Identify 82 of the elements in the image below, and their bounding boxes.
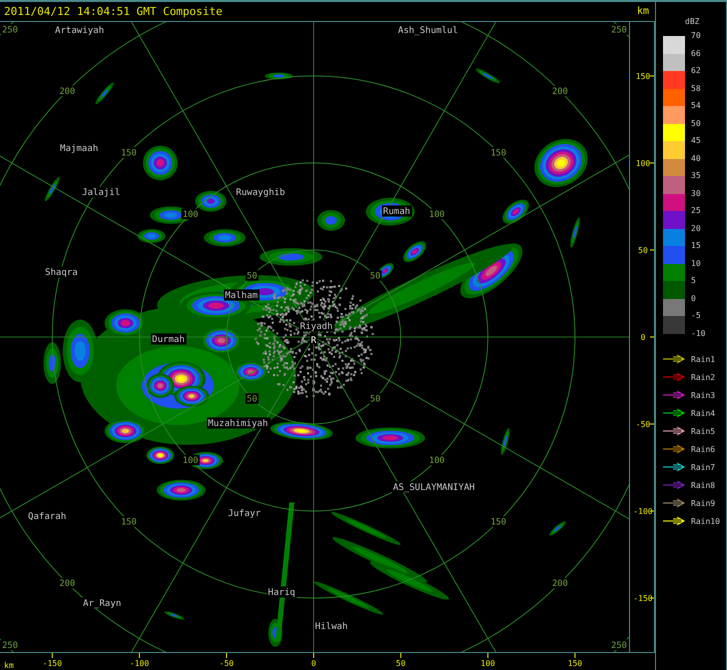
- rain-echo: [264, 72, 293, 80]
- axis-tick-label: -100: [130, 659, 150, 668]
- axis-tick-label: -50: [636, 420, 650, 430]
- legend-value: 35: [691, 172, 702, 182]
- range-label: 150: [120, 516, 138, 528]
- legend-value: 58: [691, 84, 702, 94]
- legend-value: -10: [691, 330, 706, 340]
- legend-value: 66: [691, 50, 702, 60]
- legend-value: 45: [691, 137, 702, 147]
- rain-echo: [164, 611, 184, 620]
- range-label: 100: [428, 454, 446, 466]
- rain-echo: [95, 82, 114, 104]
- axis-tick-label: -50: [219, 659, 234, 668]
- track-label: Rain6: [691, 444, 716, 454]
- legend-value: 10: [691, 260, 702, 270]
- track-label: Rain4: [691, 408, 716, 418]
- track-label: Rain2: [691, 372, 716, 382]
- rain-echo: [317, 210, 345, 231]
- rain-echo: [138, 229, 166, 244]
- legend-value: 50: [691, 120, 702, 130]
- rain-echo: [142, 146, 178, 180]
- legend-value: 70: [691, 32, 702, 42]
- range-label: 250: [0, 24, 20, 36]
- axis-tick-label: 100: [636, 158, 650, 168]
- track-label: Rain7: [691, 462, 716, 472]
- rain-echo: [204, 229, 246, 246]
- legend-value: 20: [691, 224, 702, 234]
- rain-echo: [44, 342, 61, 384]
- radar-title: 2011/04/12 14:04:51 GMT Composite: [4, 5, 223, 18]
- legend-title: dBZ: [685, 17, 700, 26]
- legend-value: -5: [691, 312, 702, 322]
- axis-tick-label: 50: [638, 246, 648, 255]
- legend-value: 5: [691, 277, 697, 287]
- legend-value: 40: [691, 154, 702, 164]
- legend-value: 54: [691, 102, 702, 112]
- axis-tick-label: -150: [42, 659, 62, 668]
- legend-value: 0: [691, 294, 697, 304]
- track-label: Rain10: [691, 516, 720, 526]
- rain-echo: [314, 582, 384, 614]
- axis-tick-label: 50: [396, 659, 406, 668]
- rain-echo: [195, 190, 226, 212]
- rain-echo: [44, 176, 60, 202]
- axis-tick-label: 150: [568, 659, 582, 668]
- track-label: Rain8: [691, 480, 716, 490]
- axis-tick-label: 150: [636, 72, 650, 81]
- legend-value: 30: [691, 190, 702, 200]
- track-label: Rain9: [691, 498, 716, 508]
- rain-echo: [146, 446, 174, 464]
- range-label: 200: [550, 86, 570, 97]
- axis-tick-label: -150: [633, 594, 653, 604]
- legend-value: 25: [691, 207, 702, 217]
- axis-unit-label: km: [636, 6, 649, 17]
- rain-echo: [534, 138, 588, 187]
- rain-echo: [156, 480, 206, 501]
- range-label: 100: [181, 208, 200, 220]
- rain-echo: [260, 248, 322, 266]
- track-label: Rain5: [691, 426, 716, 436]
- legend-value: 62: [691, 67, 702, 77]
- range-label: 50: [246, 393, 258, 405]
- range-label: 50: [246, 270, 258, 282]
- range-label: 100: [428, 208, 446, 220]
- axis-tick-label: 0: [311, 659, 316, 668]
- axis-tick-label: -100: [633, 507, 653, 516]
- rain-echo: [570, 217, 580, 248]
- axis-tick-label: 100: [480, 659, 496, 668]
- rain-echo: [476, 68, 500, 84]
- range-label: 200: [58, 578, 76, 590]
- rain-echo: [502, 200, 529, 224]
- axis-tick-label: 0: [640, 333, 646, 342]
- range-label: 150: [489, 147, 508, 159]
- legend-value: 15: [691, 242, 702, 252]
- rain-echo: [549, 521, 566, 536]
- axis-unit-label: km: [4, 661, 14, 670]
- rain-echo: [355, 428, 426, 448]
- range-label: 200: [58, 86, 76, 97]
- track-label: Rain1: [691, 354, 716, 364]
- rain-echo: [331, 512, 401, 545]
- range-label: 250: [610, 24, 628, 36]
- rain-echo: [500, 428, 510, 455]
- track-label: Rain3: [691, 390, 716, 400]
- range-label: 50: [368, 270, 382, 282]
- range-label: 150: [120, 147, 138, 159]
